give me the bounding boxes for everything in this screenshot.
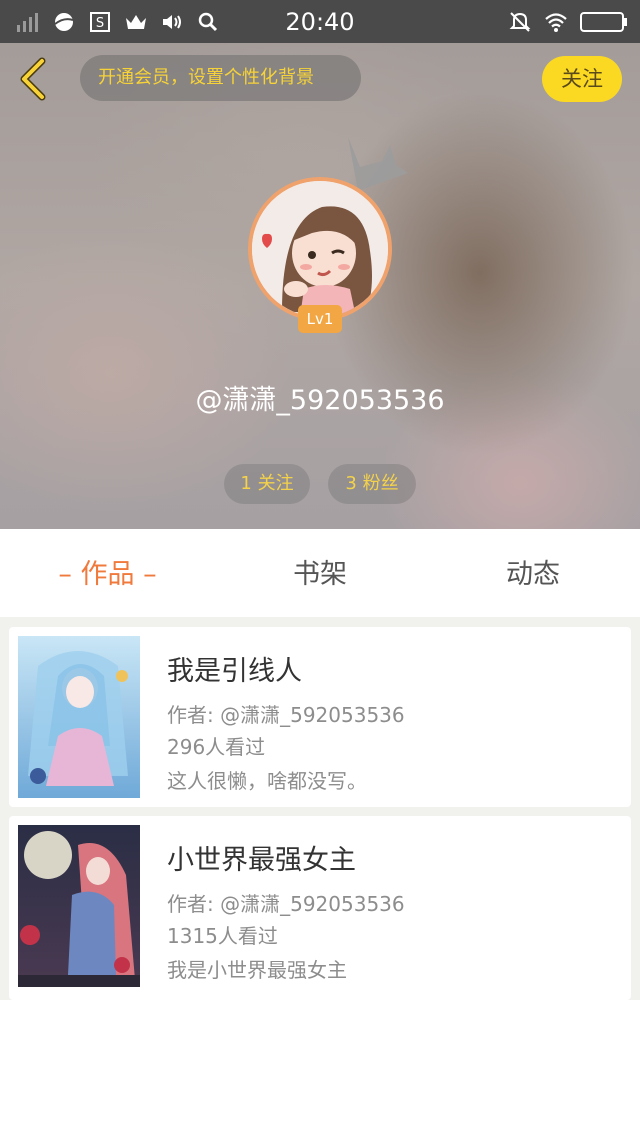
wifi-icon (545, 13, 567, 32)
status-bar: S 20:40 (0, 0, 640, 43)
profile-header: 开通会员，设置个性化背景 关注 Lv1 @潇潇_592053536 1 关注 3… (0, 43, 640, 529)
cover-illustration (18, 636, 140, 798)
avatar-illustration (252, 181, 388, 317)
follow-button[interactable]: 关注 (542, 56, 622, 102)
work-title[interactable]: 小世界最强女主 (167, 838, 356, 877)
tab-bookshelf[interactable]: 书架 (250, 529, 390, 617)
back-arrow-icon[interactable] (16, 57, 52, 101)
work-cover[interactable] (18, 825, 140, 987)
tab-works[interactable]: – 作品 – (40, 529, 175, 617)
works-list: 我是引线人 作者: @潇潇_592053536 296人看过 这人很懒，啥都没写… (0, 617, 640, 1000)
work-author: 作者: @潇潇_592053536 (167, 892, 405, 916)
work-title[interactable]: 我是引线人 (167, 649, 302, 688)
following-count[interactable]: 1 关注 (224, 464, 310, 504)
work-description: 我是小世界最强女主 (167, 958, 347, 982)
avatar[interactable] (248, 177, 392, 321)
work-description: 这人很懒，啥都没写。 (167, 769, 367, 793)
tab-activity[interactable]: 动态 (463, 529, 603, 617)
username: @潇潇_592053536 (195, 385, 445, 416)
mute-bell-icon (509, 12, 531, 32)
work-card[interactable]: 小世界最强女主 作者: @潇潇_592053536 1315人看过 我是小世界最… (9, 816, 631, 1000)
fans-count[interactable]: 3 粉丝 (328, 464, 416, 504)
work-views: 296人看过 (167, 735, 266, 759)
cover-illustration (18, 825, 140, 987)
work-views: 1315人看过 (167, 924, 278, 948)
work-author: 作者: @潇潇_592053536 (167, 703, 405, 727)
vip-background-prompt[interactable]: 开通会员，设置个性化背景 (80, 55, 361, 101)
work-card[interactable]: 我是引线人 作者: @潇潇_592053536 296人看过 这人很懒，啥都没写… (9, 627, 631, 807)
level-badge: Lv1 (298, 305, 342, 333)
profile-tabs: – 作品 – 书架 动态 (0, 529, 640, 617)
avatar-container[interactable] (248, 177, 392, 321)
work-cover[interactable] (18, 636, 140, 798)
battery-icon (580, 12, 627, 32)
status-right-icons (508, 10, 628, 34)
